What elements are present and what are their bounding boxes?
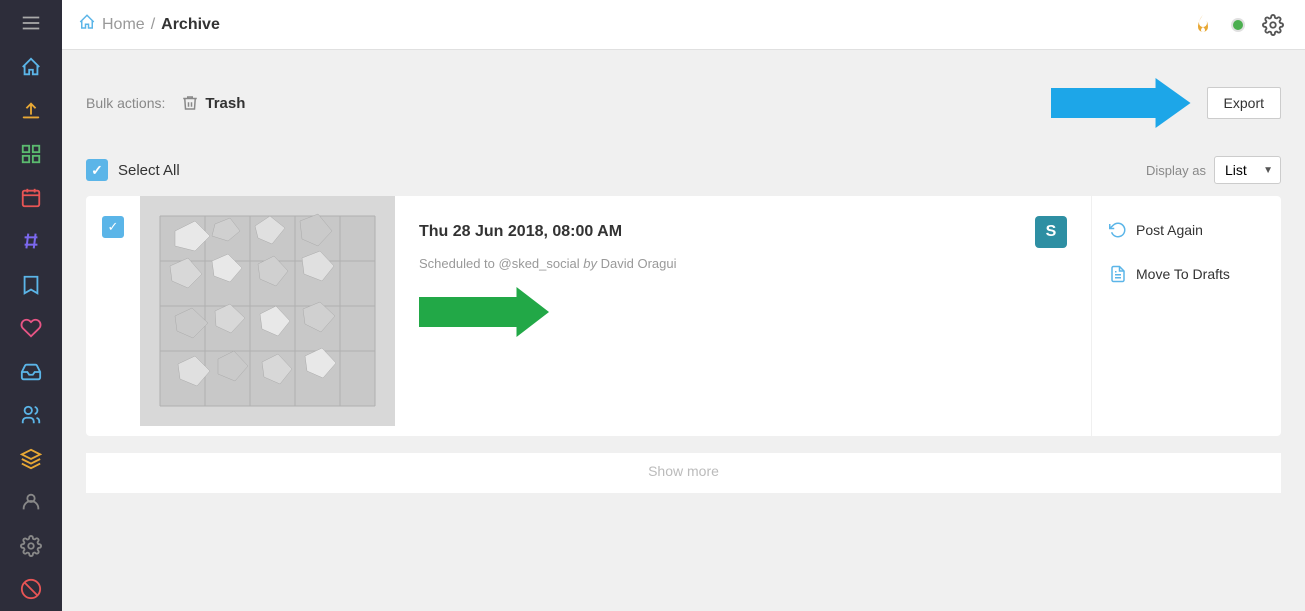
settings-button[interactable] — [1257, 9, 1289, 41]
bulk-actions-bar: Bulk actions: Trash Export — [62, 50, 1305, 148]
sidebar — [0, 0, 62, 611]
post-image-svg — [140, 196, 395, 426]
post-card: Thu 28 Jun 2018, 08:00 AM S Scheduled to… — [86, 196, 1281, 436]
sidebar-item-upload[interactable] — [0, 89, 62, 133]
post-checkbox-col — [86, 196, 140, 436]
post-image — [140, 196, 395, 426]
post-actions-col: Post Again Move To Drafts — [1091, 196, 1281, 436]
content-area: Bulk actions: Trash Export Select All — [62, 50, 1305, 611]
display-as-row: Display as List Grid — [1146, 156, 1281, 184]
trash-button[interactable]: Trash — [181, 94, 245, 112]
green-arrow-decoration — [419, 287, 1067, 337]
bulk-actions-left: Bulk actions: Trash — [86, 94, 245, 112]
sidebar-item-hashtag[interactable] — [0, 219, 62, 263]
trash-icon — [181, 94, 199, 112]
display-as-select-wrapper: List Grid — [1214, 156, 1281, 184]
post-again-icon — [1108, 220, 1128, 240]
sidebar-item-layers[interactable] — [0, 437, 62, 481]
move-to-drafts-label: Move To Drafts — [1136, 266, 1230, 282]
home-breadcrumb-icon[interactable] — [78, 13, 96, 36]
sidebar-item-grid[interactable] — [0, 132, 62, 176]
breadcrumb: Home / Archive — [78, 13, 1187, 36]
select-all-left: Select All — [86, 159, 180, 181]
bulk-actions-right: Export — [1051, 78, 1281, 128]
breadcrumb-home[interactable]: Home — [102, 16, 145, 34]
move-to-drafts-button[interactable]: Move To Drafts — [1108, 260, 1230, 288]
post-avatar: S — [1035, 216, 1067, 248]
flame-button[interactable] — [1187, 9, 1219, 41]
post-subtitle-by: by — [583, 256, 600, 271]
menu-button[interactable] — [0, 0, 62, 45]
trash-label: Trash — [205, 95, 245, 112]
post-date-row: Thu 28 Jun 2018, 08:00 AM S — [419, 216, 1067, 248]
post-again-button[interactable]: Post Again — [1108, 216, 1203, 244]
topbar-right — [1187, 9, 1289, 41]
breadcrumb-separator: / — [151, 16, 155, 34]
sidebar-item-bookmark[interactable] — [0, 263, 62, 307]
post-main: Thu 28 Jun 2018, 08:00 AM S Scheduled to… — [395, 196, 1091, 436]
sidebar-item-inbox[interactable] — [0, 350, 62, 394]
post-subtitle: Scheduled to @sked_social by David Oragu… — [419, 256, 1067, 271]
post-checkbox[interactable] — [102, 216, 124, 238]
breadcrumb-current: Archive — [161, 16, 220, 34]
show-more-row[interactable]: Show more — [86, 452, 1281, 493]
topbar: Home / Archive — [62, 0, 1305, 50]
blue-arrow-decoration — [1051, 78, 1191, 128]
post-subtitle-author: David Oragui — [601, 256, 677, 271]
sidebar-item-settings[interactable] — [0, 524, 62, 568]
move-to-drafts-icon — [1108, 264, 1128, 284]
sidebar-item-alert[interactable] — [0, 568, 62, 611]
post-again-label: Post Again — [1136, 222, 1203, 238]
select-display-bar: Select All Display as List Grid — [62, 148, 1305, 196]
sidebar-item-calendar[interactable] — [0, 176, 62, 220]
display-as-label: Display as — [1146, 163, 1206, 178]
post-date: Thu 28 Jun 2018, 08:00 AM — [419, 223, 622, 241]
bulk-actions-label: Bulk actions: — [86, 95, 165, 111]
export-button[interactable]: Export — [1207, 87, 1281, 119]
show-more-label: Show more — [648, 463, 719, 479]
status-indicator[interactable] — [1231, 18, 1245, 32]
main-content: Home / Archive Bulk ac — [62, 0, 1305, 611]
sidebar-item-users[interactable] — [0, 393, 62, 437]
sidebar-item-home[interactable] — [0, 45, 62, 89]
sidebar-item-heart[interactable] — [0, 306, 62, 350]
select-all-checkbox[interactable] — [86, 159, 108, 181]
sidebar-item-user[interactable] — [0, 480, 62, 524]
post-subtitle-prefix: Scheduled to @sked_social — [419, 256, 580, 271]
display-as-select[interactable]: List Grid — [1214, 156, 1281, 184]
select-all-label: Select All — [118, 162, 180, 179]
